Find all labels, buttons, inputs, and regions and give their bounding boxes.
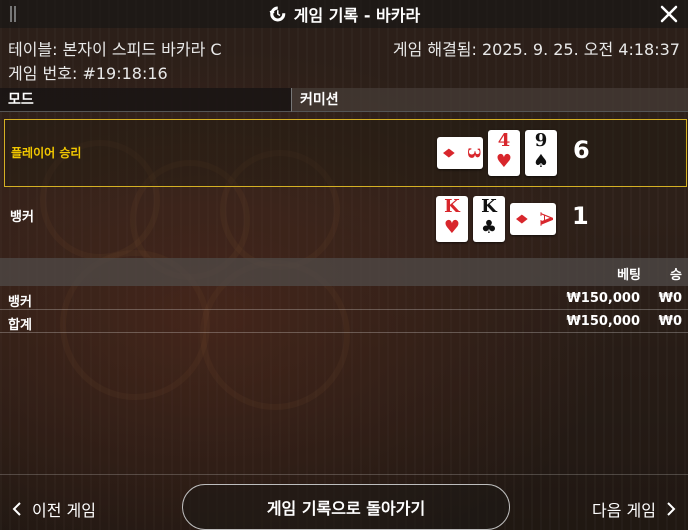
- chevron-left-icon: [12, 502, 21, 516]
- banker-cards: K ♥ K ♣ A ♦: [436, 196, 556, 242]
- player-cards: 3 ♦ 4 ♥ 9 ♠: [437, 130, 557, 176]
- header-bar: 게임 기록 - 바카라: [0, 0, 688, 28]
- back-to-history-label: 게임 기록으로 돌아가기: [266, 499, 426, 518]
- chevron-right-icon: [667, 502, 676, 516]
- header-title-text: 게임 기록 - 바카라: [293, 6, 421, 25]
- banker-result-row: 뱅커 K ♥ K ♣ A ♦ 1: [4, 186, 687, 254]
- column-header-win: 승: [670, 268, 682, 283]
- playing-card: 3 ♦: [437, 137, 483, 169]
- next-game-button[interactable]: 다음 게임: [592, 497, 676, 521]
- player-result-row: 플레이어 승리 3 ♦ 4 ♥ 9 ♠ 6: [4, 119, 687, 187]
- banker-score: 1: [572, 202, 589, 230]
- previous-game-label: 이전 게임: [32, 501, 96, 520]
- bet-table-header: 베팅 승: [0, 258, 688, 286]
- player-result-label: 플레이어 승리: [11, 146, 82, 160]
- close-icon[interactable]: [658, 3, 680, 25]
- playing-card: K ♣: [473, 196, 505, 242]
- next-game-label: 다음 게임: [592, 501, 656, 520]
- bet-name: 뱅커: [8, 295, 32, 310]
- info-row: 테이블: 본자이 스피드 바카라 C 게임 해결됨: 2025. 9. 25. …: [8, 36, 680, 60]
- playing-card: K ♥: [436, 196, 468, 242]
- bet-amount: ₩150,000: [566, 314, 640, 329]
- drag-handle-icon[interactable]: [10, 6, 16, 22]
- mode-label: 모드: [0, 88, 291, 112]
- playing-card: A ♦: [510, 203, 556, 235]
- playing-card: 9 ♠: [525, 130, 557, 176]
- commission-label: 커미션: [291, 88, 688, 112]
- bet-amount: ₩150,000: [566, 291, 640, 306]
- game-number: 게임 번호: #19:18:16: [8, 64, 168, 83]
- back-to-history-button[interactable]: 게임 기록으로 돌아가기: [182, 484, 510, 530]
- banker-result-label: 뱅커: [10, 210, 34, 225]
- bet-win: ₩0: [658, 291, 682, 306]
- table-row: 합계 ₩150,000 ₩0: [0, 311, 688, 333]
- history-icon: [269, 6, 286, 22]
- previous-game-button[interactable]: 이전 게임: [12, 497, 96, 521]
- table-row: 뱅커 ₩150,000 ₩0: [0, 288, 688, 310]
- column-header-bet: 베팅: [617, 268, 641, 283]
- mode-bar: 모드 커미션: [0, 88, 688, 112]
- bet-win: ₩0: [658, 314, 682, 329]
- player-score: 6: [573, 136, 590, 164]
- bet-name: 합계: [8, 318, 32, 333]
- playing-card: 4 ♥: [488, 130, 520, 176]
- table-name: 테이블: 본자이 스피드 바카라 C: [8, 40, 222, 59]
- info-row: 게임 번호: #19:18:16: [8, 60, 680, 84]
- header-title: 게임 기록 - 바카라: [268, 2, 420, 26]
- footer-bar: 이전 게임 게임 기록으로 돌아가기 다음 게임: [0, 474, 688, 530]
- resolved-time: 게임 해결됨: 2025. 9. 25. 오전 4:18:37: [392, 40, 680, 59]
